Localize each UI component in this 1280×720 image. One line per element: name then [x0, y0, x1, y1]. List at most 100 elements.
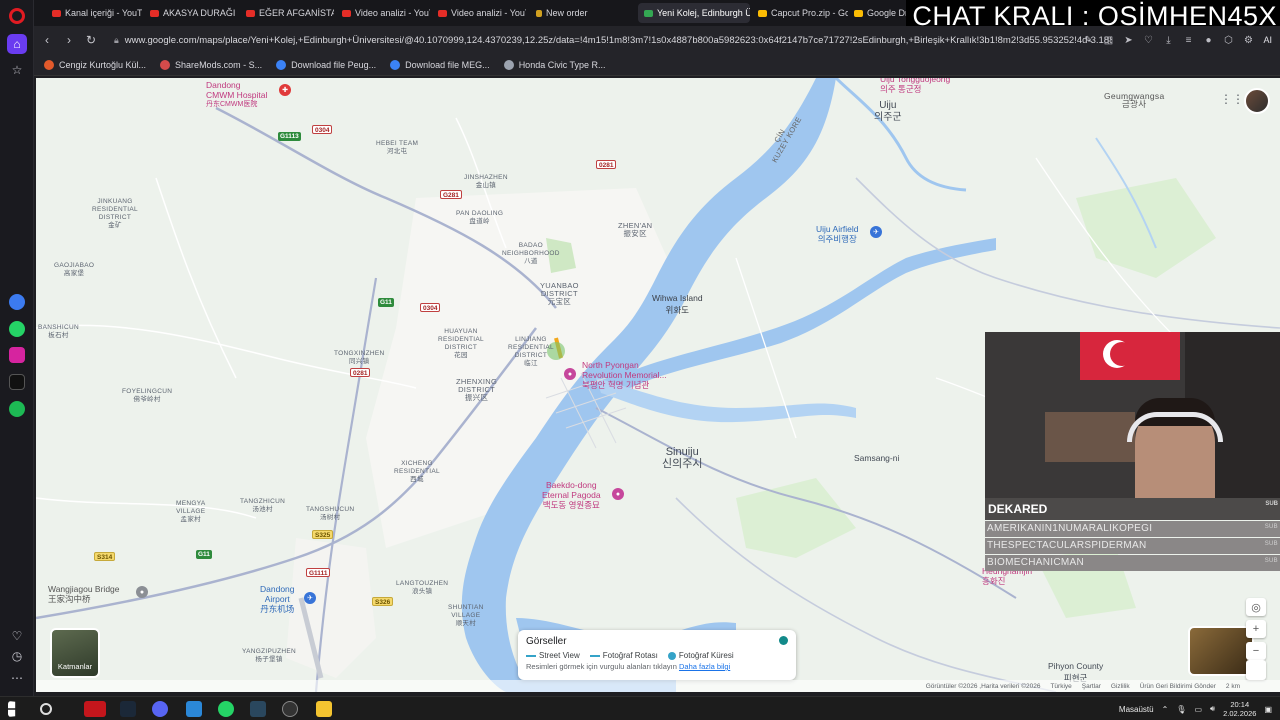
forward-icon[interactable]: ›	[58, 29, 80, 51]
tab-new-order[interactable]: New order	[530, 3, 624, 23]
profile-icon[interactable]: ●	[1199, 31, 1217, 49]
whatsapp-taskbar-icon[interactable]	[218, 701, 234, 717]
map-label-uiju-airfield[interactable]: Uiju Airfield 의주비행장	[816, 224, 859, 244]
map-label-dandong-cmwm[interactable]: Dandong CMWM Hospital	[206, 80, 267, 100]
road-shield: S326	[372, 597, 394, 606]
youtube-icon	[52, 9, 61, 17]
street-view-thumbnail[interactable]	[1188, 626, 1254, 676]
ai-button[interactable]: AI	[1259, 35, 1276, 45]
file-explorer-icon[interactable]	[316, 701, 332, 717]
apps-grid-icon[interactable]: ⋮⋮	[1220, 92, 1244, 106]
history-icon[interactable]: ◷	[7, 646, 27, 666]
chat-row: AMERIKANIN1NUMARALIKOPEGI SUB	[985, 521, 1280, 537]
steam-taskbar-icon[interactable]	[250, 701, 266, 717]
hospital-pin-icon[interactable]: ✚	[279, 84, 291, 96]
map-label-jinshazhen: JINSHAZHEN 金山镇	[464, 174, 508, 189]
mic-icon[interactable]: 🎙︎	[1176, 705, 1186, 714]
photos-panel: Görseller Street View Fotoğraf Rotası Fo…	[518, 630, 796, 680]
spotify-icon[interactable]	[9, 401, 25, 417]
map-label-geumgwangsa: Geumgwangsa 금광사	[1104, 91, 1165, 109]
heart-icon[interactable]: ♡	[7, 626, 27, 646]
instagram-icon[interactable]	[9, 347, 25, 363]
reload-icon[interactable]: ↻	[80, 29, 102, 51]
opera-taskbar-icon[interactable]	[84, 701, 106, 717]
tab-video-analizi-1[interactable]: Video analizi - YouTube	[336, 3, 430, 23]
tab-maps[interactable]: Yeni Kolej, Edinburgh Üniv	[638, 3, 750, 23]
youtube-icon	[150, 9, 159, 17]
bookmark-item[interactable]: Honda Civic Type R...	[503, 59, 606, 70]
extensions-icon[interactable]: ⬡	[1219, 31, 1237, 49]
volume-icon[interactable]: 🔊︎	[1210, 704, 1215, 714]
url-field[interactable]: 🔒︎ www.google.com/maps/place/Yeni+Kolej,…	[112, 30, 1112, 50]
map-label-north-pyongan[interactable]: North Pyongan Revolution Memorial... 북평안 혁…	[582, 360, 667, 390]
bookmark-icon	[276, 59, 287, 70]
bookmark-item[interactable]: Cengiz Kurtoğlu Kül...	[44, 59, 146, 70]
drive-icon	[758, 9, 767, 17]
bookmark-heart-icon[interactable]: ♡	[1139, 31, 1157, 49]
send-icon[interactable]: ➤	[1119, 31, 1137, 49]
road-shield: S325	[312, 530, 334, 539]
tab-eger[interactable]: EĞER AFGANİSTAN'DA	[240, 3, 334, 23]
chat-row: BIOMECHANICMAN SUB	[985, 555, 1280, 571]
map-label-pan-daoling: PAN DAOLING 盘道岭	[456, 210, 504, 225]
notification-icon[interactable]: ▣	[1264, 705, 1272, 714]
tiktok-icon[interactable]	[9, 374, 25, 390]
star-icon[interactable]: ☆	[7, 60, 27, 80]
bookmark-item[interactable]: ShareMods.com - S...	[160, 59, 262, 70]
messenger-icon[interactable]	[9, 294, 25, 310]
obs-icon[interactable]	[282, 701, 298, 717]
airfield-pin-icon[interactable]: ✈	[870, 226, 882, 238]
more-icon[interactable]: ⋯	[7, 668, 27, 688]
zoom-out-button[interactable]: −	[1246, 642, 1266, 660]
system-tray: Masaüstü ⌃ 🎙︎ ▭ 🔊︎ 20:14 2.02.2026 ▣	[1119, 697, 1272, 720]
map-label-dandong-airport[interactable]: Dandong Airport 丹东机场	[260, 584, 295, 614]
headphones-icon	[1127, 412, 1223, 442]
back-icon[interactable]: ‹	[36, 29, 58, 51]
download-icon[interactable]: ⤓	[1159, 31, 1177, 49]
avatar[interactable]	[1244, 88, 1270, 114]
photos-toggle-icon[interactable]	[779, 636, 788, 645]
my-location-icon[interactable]: ◎	[1246, 598, 1266, 616]
map-label-wangjiagou[interactable]: Wangjiagou Bridge 王家沟中桥	[48, 584, 120, 604]
airport-pin-icon[interactable]: ✈	[304, 592, 316, 604]
menu-icon[interactable]: ≡	[1179, 31, 1197, 49]
road-shield: S314	[94, 552, 116, 561]
layers-button[interactable]: Katmanlar	[50, 628, 100, 678]
app-icon[interactable]	[186, 701, 202, 717]
chat-overlay: DEKARED SUB AMERIKANIN1NUMARALIKOPEGI SUB …	[985, 498, 1280, 571]
steam-icon[interactable]	[120, 701, 136, 717]
tab-video-analizi-2[interactable]: Video analizi - YouTube	[432, 3, 526, 23]
whatsapp-icon[interactable]	[9, 321, 25, 337]
tab-akasya[interactable]: AKASYA DURAĞI 71. Bölüm	[144, 3, 238, 23]
search-icon[interactable]	[40, 703, 52, 715]
bookmark-item[interactable]: Download file Peug...	[276, 59, 376, 70]
tab-capcut[interactable]: Capcut Pro.zip - Goog	[752, 3, 848, 23]
map-label-huayuan: HUAYUAN RESIDENTIAL DISTRICT 花园	[438, 328, 484, 359]
road-shield: 0304	[312, 125, 333, 134]
chat-highlight: DEKARED SUB	[985, 498, 1280, 520]
map-label-baekdo[interactable]: Baekdo-dong Eternal Pagoda 백도동 영원종묘	[542, 480, 601, 510]
memorial-pin-icon[interactable]: ●	[564, 368, 576, 380]
bridge-pin-icon[interactable]: ●	[136, 586, 148, 598]
bookmark-item[interactable]: Download file MEG...	[390, 59, 490, 70]
tab-kanal[interactable]: Kanal içeriği - YouTube	[46, 3, 142, 23]
home-icon[interactable]: ⌂	[7, 34, 27, 54]
desktop-label[interactable]: Masaüstü	[1119, 705, 1154, 714]
learn-more-link[interactable]: Daha fazla bilgi	[679, 662, 730, 671]
network-icon[interactable]: ▭	[1194, 705, 1202, 714]
zoom-in-button[interactable]: +	[1246, 620, 1266, 638]
chevron-up-icon[interactable]: ⌃	[1162, 705, 1169, 714]
clock[interactable]: 20:14 2.02.2026	[1223, 700, 1256, 718]
camera-icon[interactable]: ◫	[1099, 31, 1117, 49]
windows-start-icon[interactable]	[8, 701, 16, 717]
road-shield: G11	[378, 298, 394, 307]
map-label-banshicun: BANSHICUN 板石村	[38, 324, 79, 339]
discord-icon[interactable]	[152, 701, 168, 717]
pegman-icon[interactable]	[1246, 660, 1266, 680]
edit-icon[interactable]: ✎	[1079, 31, 1097, 49]
opera-logo-icon[interactable]	[9, 8, 25, 24]
settings-icon[interactable]: ⚙	[1239, 31, 1257, 49]
map-label-zhenxing: ZHENXING DISTRICT 振兴区	[456, 377, 498, 402]
pagoda-pin-icon[interactable]: ●	[612, 488, 624, 500]
map-label-uiju-tongguojeong[interactable]: Uiju Tongguojeong 의주 통군정	[880, 78, 950, 94]
